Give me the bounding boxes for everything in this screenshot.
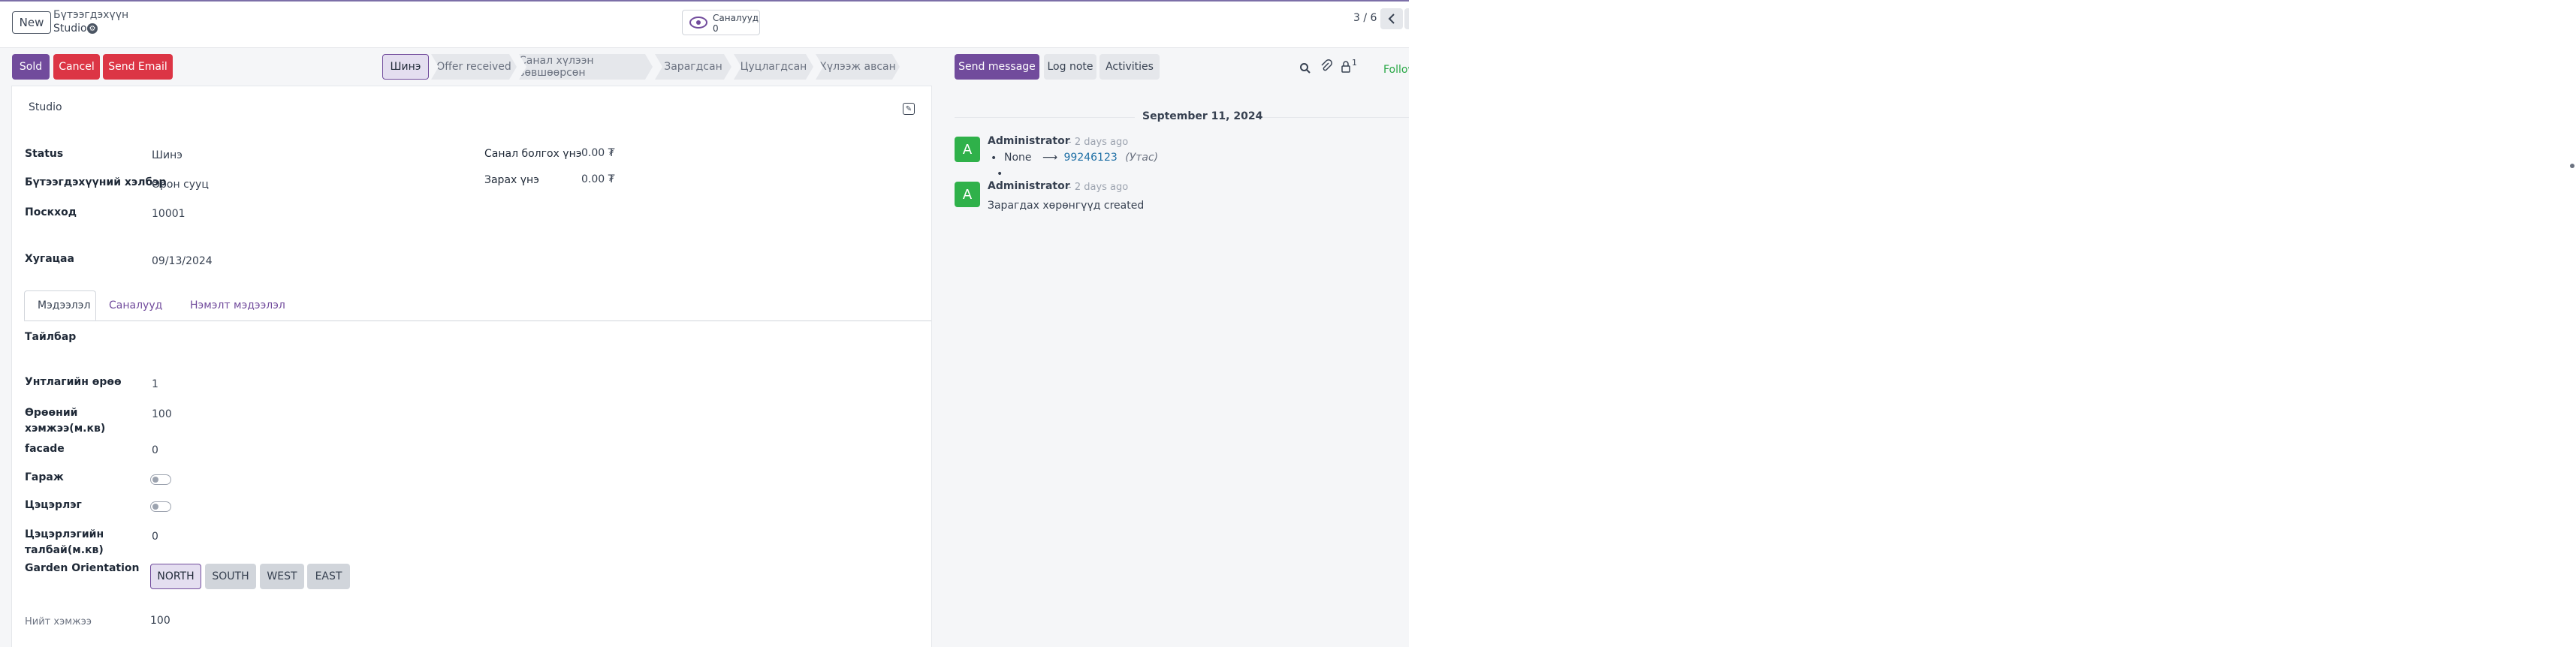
message-time: - 2 days ago (1068, 182, 1129, 193)
stage-canceled[interactable]: Цуцлагдсан (734, 54, 813, 80)
expected-price-field[interactable]: 0.00 ₮ (581, 147, 615, 159)
chevron-left-icon (1388, 14, 1395, 24)
send-message-button[interactable]: Send message (955, 54, 1039, 80)
description-label: Тайлбар (25, 331, 77, 343)
orientation-east[interactable]: EAST (307, 564, 350, 589)
garage-label: Гараж (25, 471, 64, 483)
garage-toggle[interactable] (150, 474, 171, 485)
smart-button-label: Саналууд (713, 13, 759, 23)
living-area-label: Өрөөний хэмжээ(м.кв) (25, 407, 106, 435)
activities-button[interactable]: Activities (1099, 54, 1160, 80)
money-icon (689, 17, 707, 29)
list-bullet: • (991, 152, 997, 164)
dot-icon (2570, 164, 2574, 168)
tab-offers[interactable]: Саналууд (96, 290, 175, 320)
avatar[interactable]: A (955, 137, 980, 162)
living-area-field[interactable]: 100 (152, 408, 172, 420)
offers-smart-button[interactable]: Саналууд 0 (682, 10, 760, 35)
postcode-field[interactable]: 10001 (152, 208, 186, 220)
stage-sold[interactable]: Зарагдсан (655, 54, 731, 80)
search-icon[interactable] (1299, 62, 1311, 74)
gear-icon[interactable]: ⚙ (87, 23, 98, 34)
app-window: New Бүтээгдэхүүн Studio ⚙ Саналууд 0 3 /… (0, 2, 1409, 647)
pager-previous-button[interactable] (1380, 8, 1403, 29)
breadcrumb-parent[interactable]: Бүтээгдэхүүн (53, 9, 128, 21)
new-button[interactable]: New (12, 11, 51, 34)
stage-received[interactable]: Хүлээж авсан (816, 54, 900, 80)
control-panel: New Бүтээгдэхүүн Studio ⚙ Саналууд 0 3 /… (0, 2, 1409, 48)
tab-description[interactable]: Мэдээлэл (24, 290, 96, 320)
orientation-north[interactable]: NORTH (150, 564, 201, 589)
tracking-value: • None ⟶ 99246123 (Утас) (991, 152, 1159, 164)
postcode-label: Поскход (25, 206, 77, 218)
sold-button[interactable]: Sold (12, 54, 50, 80)
date-divider-left (955, 117, 1135, 118)
message-author[interactable]: Administrator (988, 135, 1070, 147)
log-note-button[interactable]: Log note (1044, 54, 1096, 80)
message-author[interactable]: Administrator (988, 180, 1070, 192)
selling-price-label: Зарах үнэ (484, 174, 539, 186)
studio-edit-icon[interactable]: ✎ (903, 103, 915, 115)
notebook-tabs: Мэдээлэл Саналууд Нэмэлт мэдээлэл (24, 290, 931, 321)
follow-button[interactable]: Follow (1383, 64, 1409, 76)
send-email-button[interactable]: Send Email (103, 54, 173, 80)
property-type-label: Бүтээгдэхүүний хэлбэр (25, 176, 167, 188)
breadcrumb-current: Studio (53, 23, 87, 35)
tab-other-info[interactable]: Нэмэлт мэдээлэл (177, 290, 298, 320)
orientation-west[interactable]: WEST (260, 564, 304, 589)
orientation-south[interactable]: SOUTH (205, 564, 256, 589)
message-body: Зарагдах хөрөнгүүд created (988, 200, 1145, 212)
status-bar: Sold Cancel Send Email Шинэ Offer receiv… (0, 47, 1409, 85)
chatter-date: September 11, 2024 (1142, 110, 1263, 122)
stage-pipeline: Шинэ Offer received Санал хүлээн зөвшөөр… (382, 54, 902, 80)
property-type-field[interactable]: Орон сууц (152, 179, 209, 191)
date-divider-right (1262, 117, 1409, 118)
pager-counter[interactable]: 3 / 6 (1353, 12, 1377, 24)
cancel-button[interactable]: Cancel (53, 54, 100, 80)
availability-date-field[interactable]: 09/13/2024 (152, 255, 213, 267)
total-area-label: Нийт хэмжээ (25, 616, 92, 627)
followers-icon[interactable] (1341, 61, 1350, 73)
tracking-new-value: 99246123 (1063, 152, 1118, 164)
pager-next-button[interactable] (1404, 8, 1409, 29)
selling-price-field[interactable]: 0.00 ₮ (581, 173, 615, 185)
tracking-field-name: (Утас) (1125, 152, 1159, 164)
bedrooms-label: Унтлагийн өрөө (25, 376, 122, 388)
arrow-right-icon: ⟶ (1042, 152, 1058, 164)
tracking-old-value: None (1004, 152, 1032, 164)
smart-button-count: 0 (713, 23, 719, 34)
bedrooms-field[interactable]: 1 (152, 378, 158, 390)
message-time: - 2 days ago (1068, 137, 1129, 148)
facade-label: facade (25, 443, 65, 455)
stage-new[interactable]: Шинэ (382, 54, 429, 80)
paperclip-icon[interactable] (1320, 59, 1332, 73)
garden-area-field[interactable]: 0 (152, 531, 158, 543)
form-sheet: Studio ✎ Status Шинэ Бүтээгдэхүүний хэлб… (11, 86, 932, 647)
garden-orientation-label: Garden Orientation (25, 562, 140, 574)
stage-offer-accepted[interactable]: Санал хүлээн зөвшөөрсөн (519, 54, 653, 80)
stage-offer-received[interactable]: Offer received (431, 54, 517, 80)
followers-count: 1 (1352, 58, 1357, 68)
garden-toggle[interactable] (150, 501, 171, 512)
expected-price-label: Санал болгох үнэ (484, 148, 582, 160)
availability-date-label: Хугацаа (25, 253, 74, 265)
facade-field[interactable]: 0 (152, 444, 158, 456)
garden-label: Цэцэрлэг (25, 499, 82, 511)
studio-label: Studio (29, 101, 62, 113)
garden-area-label: Цэцэрлэгийн талбай(м.кв) (25, 528, 104, 556)
avatar[interactable]: A (955, 182, 980, 207)
total-area-value: 100 (150, 615, 170, 627)
list-bullet: • (997, 168, 1003, 180)
status-value[interactable]: Шинэ (152, 149, 182, 161)
status-label: Status (25, 148, 64, 160)
